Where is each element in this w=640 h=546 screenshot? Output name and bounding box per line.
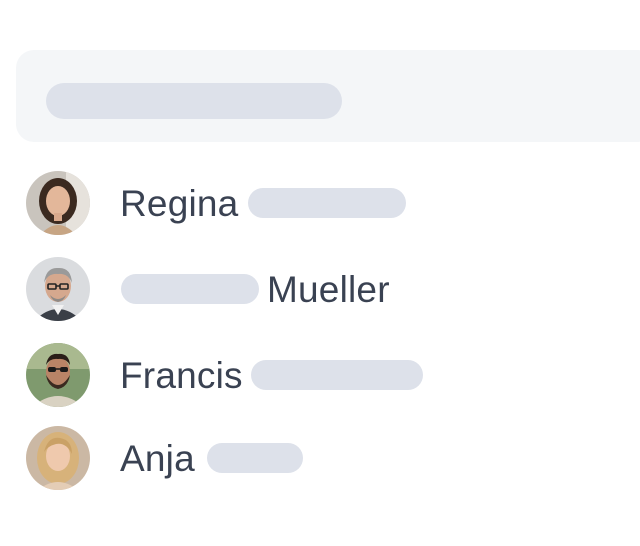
person-row[interactable]: Francis: [26, 343, 423, 407]
first-name-skeleton: [121, 274, 259, 304]
search-placeholder-skeleton: [46, 83, 342, 119]
search-bar[interactable]: [16, 50, 640, 142]
avatar-woman-blonde: [26, 426, 90, 490]
person-first-name: Francis: [120, 354, 243, 396]
person-row[interactable]: Anja: [26, 426, 303, 490]
person-first-name: Regina: [120, 182, 239, 224]
last-name-skeleton: [250, 360, 423, 390]
avatar-man-beard-sunglasses: [26, 343, 90, 407]
last-name-skeleton: [206, 443, 303, 473]
person-last-name: Mueller: [267, 268, 390, 310]
last-name-skeleton: [248, 188, 407, 218]
person-row[interactable]: Mueller: [26, 257, 390, 321]
person-first-name: Anja: [120, 437, 195, 479]
people-search-panel: Regina Mueller Francis Anja: [0, 0, 640, 546]
avatar-man-gray-hair-glasses: [26, 257, 90, 321]
avatar-woman-brown-hair: [26, 171, 90, 235]
person-row[interactable]: Regina: [26, 171, 407, 235]
